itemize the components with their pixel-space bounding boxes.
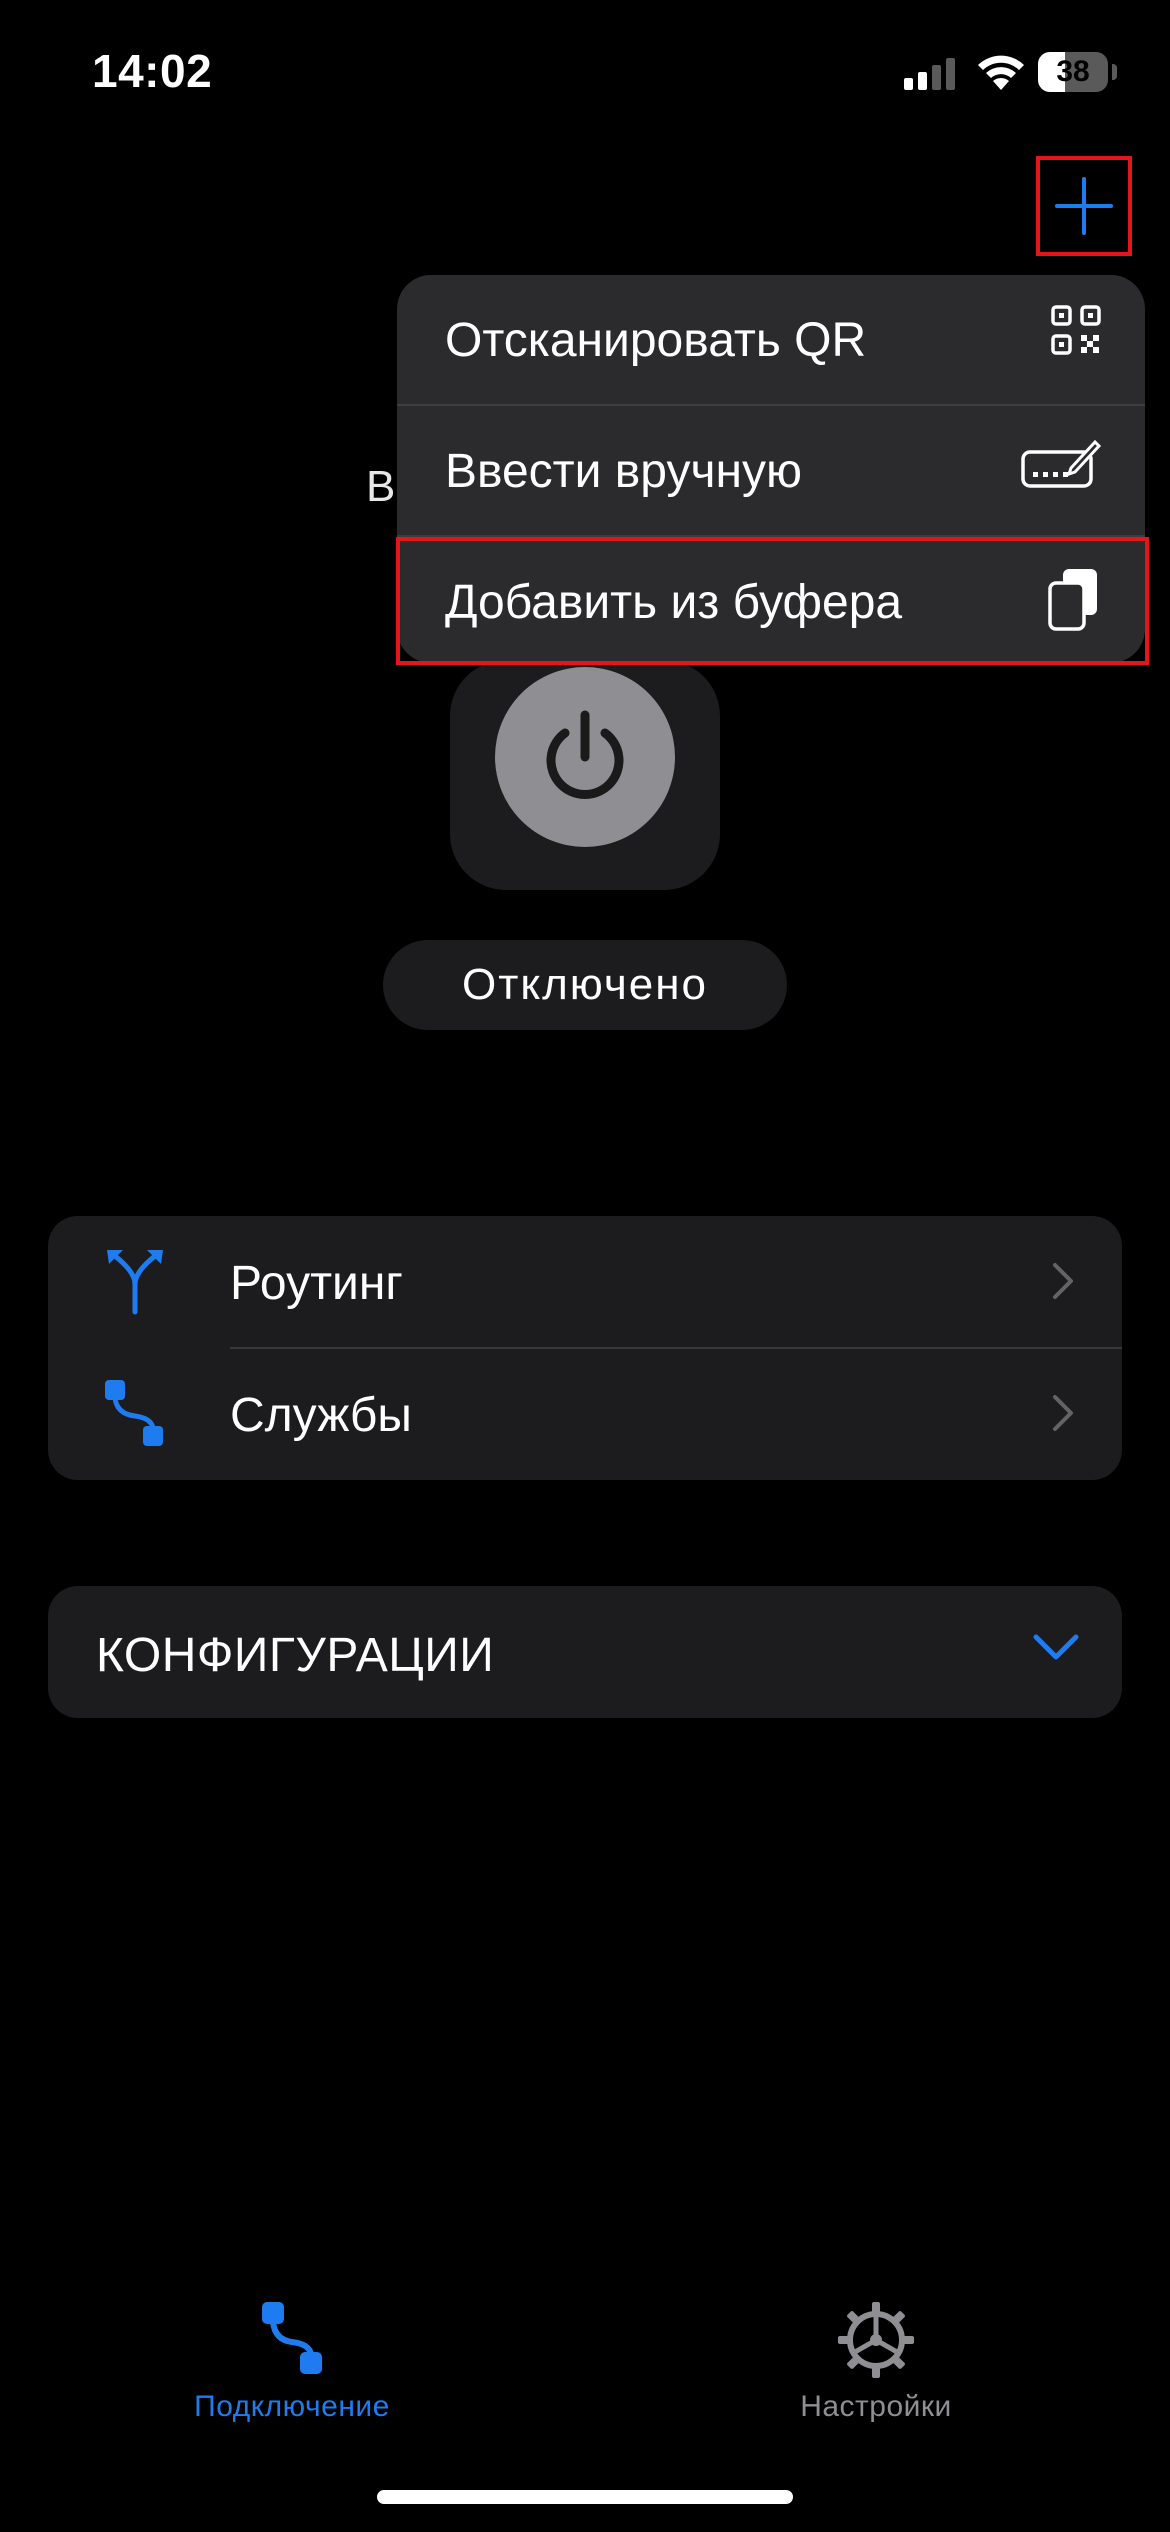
power-button[interactable] — [495, 667, 675, 847]
wifi-icon — [978, 55, 1024, 90]
chevron-down-icon — [1033, 1634, 1079, 1660]
connection-path-icon — [262, 2302, 322, 2374]
tab-settings[interactable]: Настройки — [676, 2290, 1076, 2440]
menu-item-label: Отсканировать QR — [445, 314, 867, 367]
partially-hidden-title: В — [366, 462, 396, 511]
chevron-right-icon — [1053, 1263, 1073, 1299]
add-config-button[interactable] — [1036, 156, 1132, 256]
services-path-icon — [105, 1380, 163, 1446]
routing-fork-icon — [107, 1250, 163, 1315]
keyboard-pencil-icon — [1021, 439, 1101, 488]
tab-label: Настройки — [800, 2390, 952, 2423]
chevron-right-icon — [1053, 1395, 1073, 1431]
tab-label: Подключение — [194, 2390, 390, 2423]
menu-item-label: Добавить из буфера — [445, 576, 903, 629]
feature-list: Роутинг Службы — [48, 1216, 1122, 1480]
list-item-label: Службы — [230, 1389, 412, 1442]
power-icon — [546, 710, 624, 799]
configurations-title: КОНФИГУРАЦИИ — [96, 1629, 495, 1682]
connection-status-badge: Отключено — [383, 940, 787, 1030]
list-item-services[interactable]: Службы — [48, 1348, 1122, 1480]
clipboard-copy-icon — [1048, 569, 1097, 631]
configurations-section[interactable]: КОНФИГУРАЦИИ — [48, 1586, 1122, 1718]
battery-icon: 38 — [1038, 52, 1108, 92]
plus-icon — [1055, 177, 1113, 235]
status-indicators: 38 — [900, 48, 1130, 100]
menu-item-manual-entry[interactable]: Ввести вручную — [397, 406, 1145, 536]
menu-item-label: Ввести вручную — [445, 445, 802, 498]
home-indicator[interactable] — [377, 2490, 793, 2504]
add-config-menu: Отсканировать QR Ввести вручную Добавить… — [397, 275, 1145, 663]
cellular-signal-icon — [904, 58, 955, 90]
battery-level: 38 — [1056, 55, 1090, 88]
tab-connection[interactable]: Подключение — [92, 2290, 492, 2440]
qr-code-icon — [1051, 305, 1101, 355]
menu-item-scan-qr[interactable]: Отсканировать QR — [397, 275, 1145, 405]
list-item-label: Роутинг — [230, 1257, 403, 1310]
menu-item-add-from-clipboard[interactable]: Добавить из буфера — [397, 537, 1145, 667]
list-item-routing[interactable]: Роутинг — [48, 1216, 1122, 1349]
gear-icon — [838, 2302, 914, 2378]
battery-cap — [1112, 64, 1117, 80]
status-time: 14:02 — [92, 45, 213, 97]
